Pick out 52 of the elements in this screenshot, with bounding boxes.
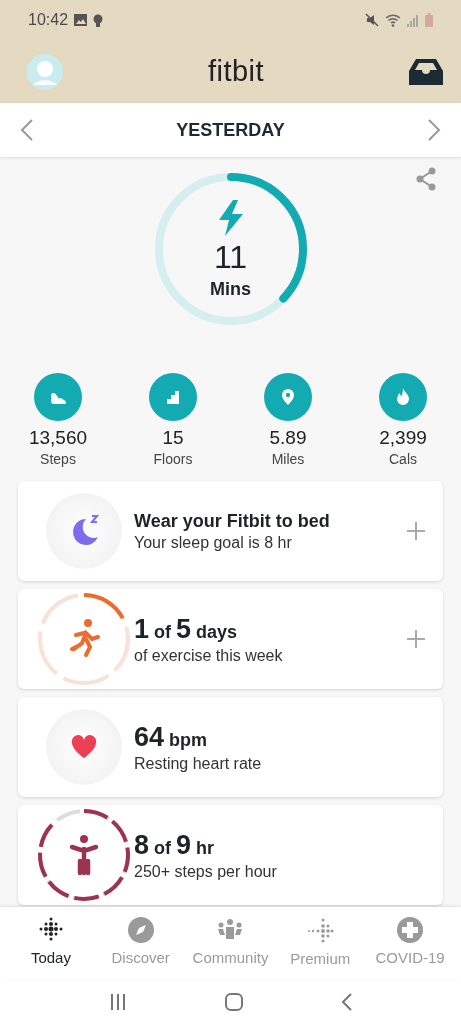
- wifi-icon: [385, 13, 401, 27]
- flame-icon[interactable]: [379, 373, 427, 421]
- card-subtitle: 250+ steps per hour: [134, 862, 278, 881]
- shoe-icon[interactable]: [34, 373, 82, 421]
- stairs-icon[interactable]: [149, 373, 197, 421]
- stat-label: Steps: [40, 451, 76, 467]
- compass-icon: [127, 917, 154, 943]
- card-title: 64 bpm: [134, 721, 209, 753]
- card-subtitle: of exercise this week: [134, 646, 284, 665]
- card[interactable]: 64 bpm Resting heart rate: [18, 697, 443, 797]
- image-icon: [74, 14, 88, 26]
- signal-icon: [407, 13, 419, 27]
- running-person-icon: [70, 619, 100, 657]
- card-subtitle: Your sleep goal is 8 hr: [134, 533, 293, 552]
- stat-label: Cals: [389, 451, 417, 467]
- recent-apps-icon[interactable]: [109, 994, 126, 1010]
- card-title: 1 of 5 days: [134, 613, 239, 645]
- card[interactable]: 8 of 9 hr 250+ steps per hour: [18, 805, 443, 905]
- nav-tab[interactable]: Today: [6, 907, 96, 980]
- battery-icon: [425, 13, 433, 27]
- card[interactable]: Wear your Fitbit to bed Your sleep goal is 8 hr: [18, 481, 443, 581]
- previous-day-icon[interactable]: [20, 118, 34, 142]
- share-icon[interactable]: [415, 167, 437, 191]
- card-title: Wear your Fitbit to bed: [134, 510, 331, 532]
- stat-value: 15: [162, 427, 184, 449]
- zone-minutes-value: 11: [213, 239, 248, 276]
- standing-person-icon: [69, 835, 99, 876]
- card-subtitle: Resting heart rate: [134, 754, 263, 773]
- dots-logo-icon: [37, 917, 64, 943]
- zone-minutes-unit: Mins: [210, 279, 251, 301]
- stat-label: Floors: [153, 451, 193, 467]
- date-label: YESTERDAY: [176, 119, 285, 141]
- add-icon[interactable]: [407, 630, 425, 648]
- mute-icon: [365, 13, 379, 27]
- dots-arrow-icon: [306, 917, 334, 944]
- app-title: fitbit: [207, 55, 265, 88]
- back-icon[interactable]: [341, 993, 352, 1011]
- stat-label: Miles: [271, 451, 305, 467]
- stat-value: 5.89: [269, 427, 307, 449]
- stat-value: 13,560: [28, 427, 88, 449]
- inbox-icon[interactable]: [409, 58, 443, 85]
- add-icon[interactable]: [407, 522, 425, 540]
- card[interactable]: 1 of 5 days of exercise this week: [18, 589, 443, 689]
- home-icon[interactable]: [224, 993, 243, 1011]
- card-title: 8 of 9 hr: [134, 829, 216, 861]
- bulb-icon: [93, 13, 104, 27]
- location-pin-icon[interactable]: [264, 373, 312, 421]
- stat-value: 2,399: [379, 427, 427, 449]
- status-time: 10:42: [28, 11, 69, 29]
- heart-icon: [71, 735, 97, 759]
- plus-circle-icon: [397, 917, 424, 943]
- next-day-icon[interactable]: [427, 118, 441, 142]
